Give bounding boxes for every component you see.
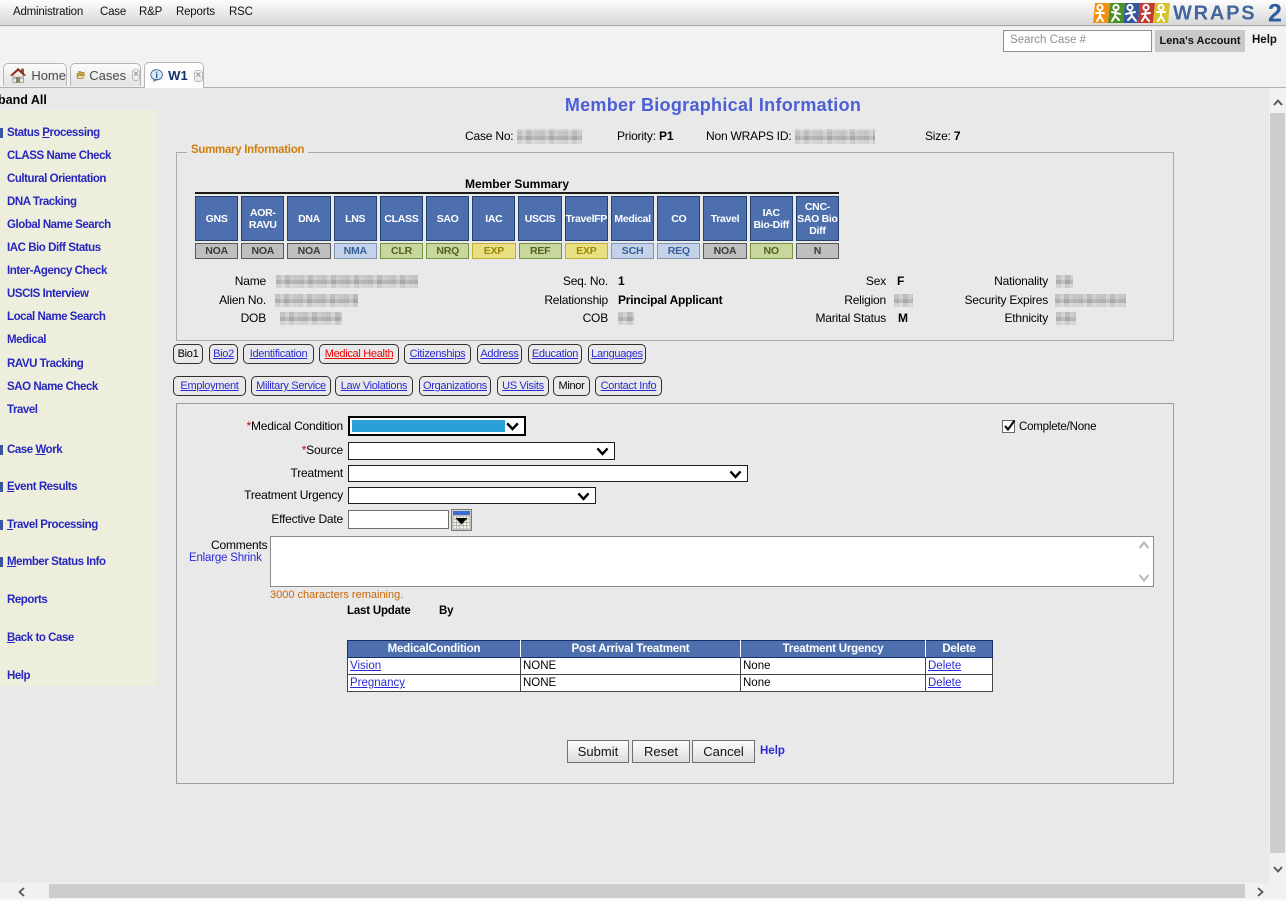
svg-text:2: 2 [1268,2,1282,24]
svg-text:WRAPS: WRAPS [1173,3,1256,25]
svg-text:i: i [155,70,158,80]
